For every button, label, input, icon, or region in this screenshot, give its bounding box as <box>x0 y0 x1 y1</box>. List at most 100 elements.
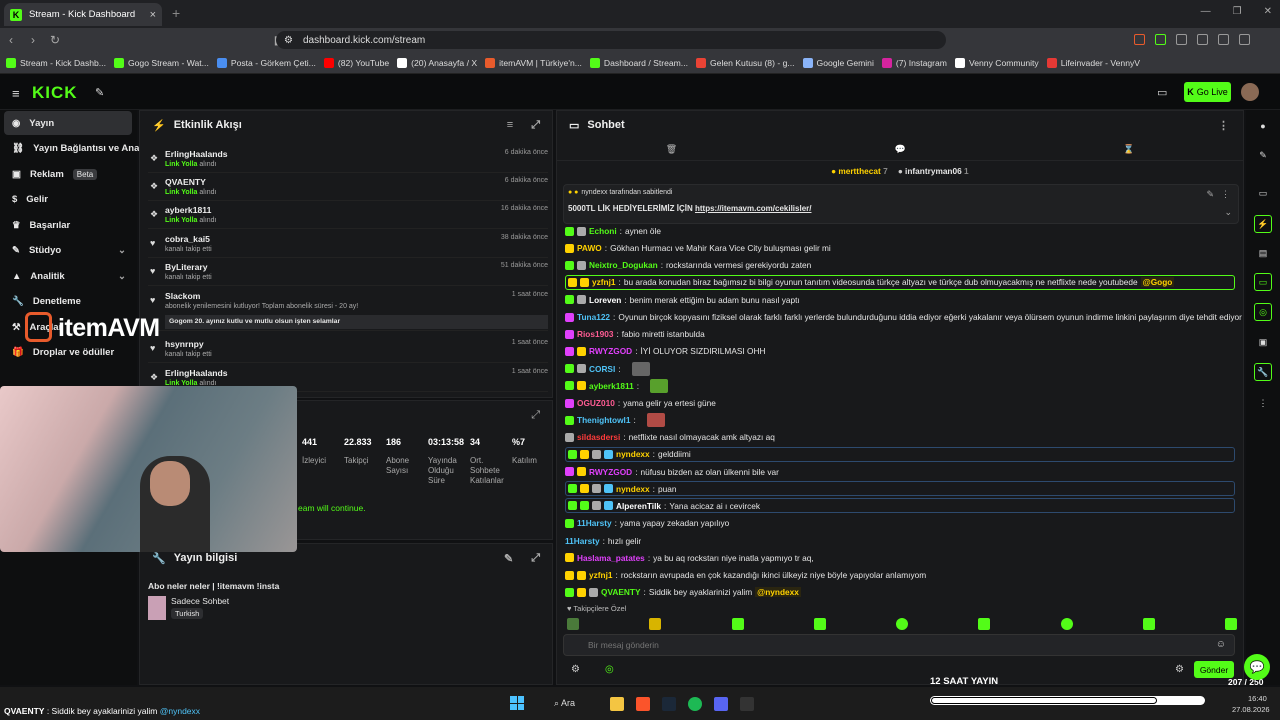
sidebar-item[interactable]: ◉ Yayın <box>4 111 132 135</box>
reload-icon[interactable]: ↻ <box>44 33 66 47</box>
chat-message[interactable]: ayberk1811: <box>565 378 1235 394</box>
chat-username[interactable]: sildasdersi <box>577 432 620 442</box>
activity-item[interactable]: ♥ ByLiterary kanalı takip etti 51 dakika ön… <box>148 258 548 286</box>
chat-message[interactable]: Rios1903: fabio miretti istanbulda <box>565 326 1235 342</box>
settings-icon[interactable]: ⚙ <box>571 664 580 675</box>
emote[interactable] <box>978 618 991 630</box>
taskbar-search[interactable]: ⌕ Ara <box>554 698 575 709</box>
expand-icon[interactable]: ⤢ <box>531 552 540 565</box>
more-icon[interactable]: ⋮ <box>1221 189 1230 200</box>
extension-icon[interactable] <box>1218 34 1229 45</box>
chat-username[interactable]: OGUZ010 <box>577 398 615 408</box>
pinned-link[interactable]: https://itemavm.com/cekilisler/ <box>695 204 812 213</box>
extension-icon[interactable] <box>1239 34 1250 45</box>
chat-message[interactable]: Tuna122: Oyunun birçok kopyasını fiziksel… <box>565 309 1242 325</box>
extension-icon[interactable] <box>1155 34 1166 45</box>
new-tab-icon[interactable]: + <box>172 5 180 21</box>
address-bar[interactable]: ⚙ dashboard.kick.com/stream <box>276 31 946 49</box>
emote[interactable] <box>1142 618 1155 630</box>
go-live-button[interactable]: K Go Live <box>1184 82 1231 102</box>
chat-message[interactable]: RWYZGOD: nüfusu bizden az olan ülkenni bi… <box>565 464 1235 480</box>
bookmark-item[interactable]: Gogo Stream - Wat... <box>113 57 209 68</box>
chat-icon[interactable]: 💬 <box>895 144 906 155</box>
emote[interactable] <box>1225 618 1237 630</box>
bookmark-item[interactable]: Dashboard / Stream... <box>589 57 688 68</box>
emote[interactable] <box>896 618 908 630</box>
refresh-icon[interactable]: ◎ <box>605 664 614 675</box>
close-window-icon[interactable]: ✕ <box>1264 6 1272 17</box>
chat-message[interactable]: RWYZGOD: İYİ OLUYOR SIZDIRILMASI OHH <box>565 343 1235 359</box>
chat-username[interactable]: 11Harsty <box>565 536 600 546</box>
chat-username[interactable]: ayberk1811 <box>589 381 634 391</box>
bookmark-item[interactable]: (7) Instagram <box>881 57 947 68</box>
steam-icon[interactable] <box>662 697 676 711</box>
bookmark-item[interactable]: Gelen Kutusu (8) - g... <box>695 57 795 68</box>
windows-start-icon[interactable] <box>510 696 524 710</box>
edit-icon[interactable]: ✎ <box>504 552 513 565</box>
sidebar-item[interactable]: ⛓ Yayın Bağlantısı ve Anahtar <box>4 137 157 161</box>
pinned-message[interactable]: ● ● nyndexx tarafından sabitlendi 5000TL … <box>563 184 1239 224</box>
chat-username[interactable]: PAWO <box>577 243 602 253</box>
chat-message[interactable]: nyndexx: gelddiimi <box>565 446 1235 462</box>
target-icon[interactable]: ◎ <box>1254 303 1272 321</box>
info-icon[interactable]: ● <box>1254 117 1272 135</box>
chat-message[interactable]: Neixtro_Dogukan: rockstarında vermesi ger… <box>565 257 1235 273</box>
chat-bubble-fab-icon[interactable]: 💬 <box>1244 654 1270 680</box>
emote[interactable] <box>1060 618 1073 630</box>
emote[interactable] <box>813 618 826 630</box>
screen-icon[interactable]: ▭ <box>1157 86 1167 99</box>
minimize-icon[interactable]: — <box>1201 6 1211 17</box>
chat-input[interactable]: ☺ <box>563 634 1235 656</box>
chat-message[interactable]: CORSI: <box>565 361 1235 377</box>
chat-username[interactable]: nyndexx <box>616 449 650 459</box>
chat-icon[interactable]: ▭ <box>1254 273 1272 291</box>
activity-item[interactable]: ❖ QVAENTY Link Yolla alındı 6 dakika önce <box>148 173 548 201</box>
chat-username[interactable]: nyndexx <box>616 484 650 494</box>
sidebar-item[interactable]: ✎ Stüdyo ⌄ <box>4 239 132 263</box>
dots-icon[interactable]: ⋮ <box>1254 394 1272 412</box>
sidebar-item[interactable]: $ Gelir <box>4 188 132 212</box>
activity-item[interactable]: ♥ hsynrnpy kanalı takip etti 1 saat önce <box>148 335 548 363</box>
wrench-icon[interactable]: ✎ <box>95 86 104 99</box>
hourglass-icon[interactable]: ⌛ <box>1123 144 1134 155</box>
emote[interactable] <box>649 618 662 630</box>
emote[interactable] <box>731 618 744 630</box>
list-icon[interactable]: ▤ <box>1254 244 1272 262</box>
chat-message[interactable]: 11Harsty: yama yapay zekadan yapılıyo <box>565 515 1235 531</box>
activity-item[interactable]: ❖ ayberk1811 Link Yolla alındı 16 dakika ön… <box>148 201 548 229</box>
chat-username[interactable]: Neixtro_Dogukan <box>589 260 658 270</box>
extension-icon[interactable] <box>1197 34 1208 45</box>
chat-username[interactable]: Haslama_patates <box>577 553 645 563</box>
sidebar-item[interactable]: ▲ Analitik ⌄ <box>4 264 132 288</box>
chat-mention[interactable]: @Gogo <box>1140 277 1175 288</box>
chat-username[interactable]: Rios1903 <box>577 329 613 339</box>
send-button[interactable]: Gönder <box>1194 661 1234 678</box>
chat-username[interactable]: Tuna122 <box>577 312 610 322</box>
bookmark-item[interactable]: (82) YouTube <box>323 57 389 68</box>
sidebar-item[interactable]: ♛ Başarılar <box>4 213 132 237</box>
explorer-icon[interactable] <box>610 697 624 711</box>
bookmark-item[interactable]: Stream - Kick Dashb... <box>6 57 106 68</box>
chat-username[interactable]: RWYZGOD <box>589 467 632 477</box>
bookmark-item[interactable]: Venny Community <box>954 57 1039 68</box>
expand-icon[interactable]: ⤢ <box>531 119 540 132</box>
obs-icon[interactable] <box>740 697 754 711</box>
extension-icon[interactable] <box>1176 34 1187 45</box>
more-icon[interactable]: ⋮ <box>1218 119 1229 132</box>
chat-message[interactable]: sildasdersi: netflixte nasıl olmayacak am… <box>565 429 1235 445</box>
browser-tab[interactable]: K Stream - Kick Dashboard × <box>4 3 162 26</box>
avatar[interactable] <box>1241 83 1259 101</box>
chat-username[interactable]: QVAENTY <box>601 587 641 597</box>
sidebar-item[interactable]: ▣ Reklam Beta <box>4 162 132 186</box>
chat-username[interactable]: yzfnj1 <box>589 570 613 580</box>
bookmark-item[interactable]: (20) Anasayfa / X <box>397 57 477 68</box>
site-info-icon[interactable]: ⚙ <box>284 35 293 46</box>
chat-username[interactable]: Echoni <box>589 226 617 236</box>
activity-item[interactable]: ♥ Slackom abonelik yenilemesini kutluyor! … <box>148 287 548 331</box>
gear-icon[interactable]: ⚙ <box>1175 664 1184 675</box>
chat-message[interactable]: yzfnj1: rockstarın avrupada en çok kazand… <box>565 567 1235 583</box>
spotify-icon[interactable] <box>688 697 702 711</box>
trash-icon[interactable]: 🗑 <box>666 144 677 155</box>
brave-icon[interactable] <box>636 697 650 711</box>
bookmark-item[interactable]: Lifeinvader - VennyV <box>1046 57 1140 68</box>
